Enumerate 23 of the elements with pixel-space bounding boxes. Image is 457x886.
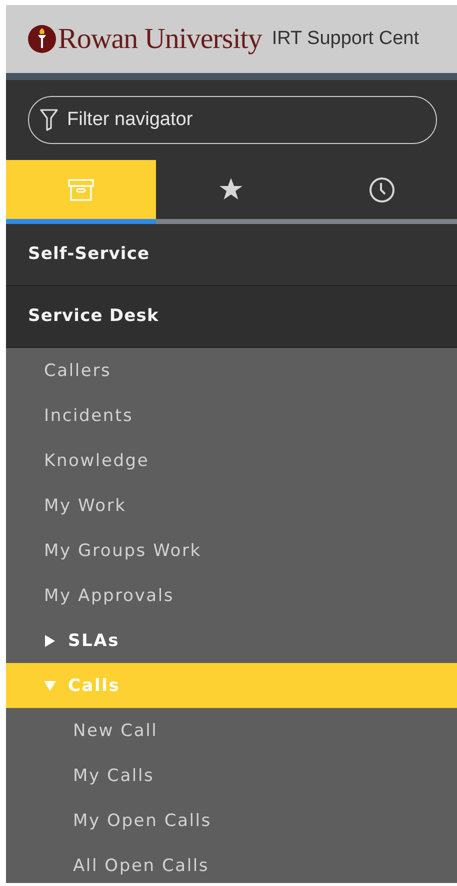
clock-icon xyxy=(368,176,395,202)
nav-item[interactable]: My Approvals xyxy=(6,573,457,618)
filter-field[interactable]: Filter navigator xyxy=(28,96,437,144)
nav-item[interactable]: My Calls xyxy=(6,753,457,798)
star-icon xyxy=(219,178,244,201)
archive-box-icon xyxy=(68,178,94,200)
caret-right-icon xyxy=(44,634,56,646)
filter-icon xyxy=(40,108,58,132)
nav-item[interactable]: Incidents xyxy=(6,393,457,438)
nav-item[interactable]: Callers xyxy=(6,348,457,393)
nav-section[interactable]: Service Desk xyxy=(6,286,457,348)
nav-item[interactable]: My Groups Work xyxy=(6,528,457,573)
nav-item[interactable]: My Open Calls xyxy=(6,798,457,843)
caret-down-icon xyxy=(44,680,56,692)
nav-item[interactable]: New Call xyxy=(6,708,457,753)
nav-item[interactable]: All Open Calls xyxy=(6,843,457,883)
nav-item[interactable]: SLAs xyxy=(6,618,457,663)
nav-item[interactable]: My Work xyxy=(6,483,457,528)
nav-tab[interactable] xyxy=(6,160,156,224)
nav-item[interactable]: Knowledge xyxy=(6,438,457,483)
logo-text: Rowan University xyxy=(58,22,262,56)
app-title: IRT Support Cent xyxy=(272,28,420,50)
torch-logo-icon xyxy=(28,25,56,53)
